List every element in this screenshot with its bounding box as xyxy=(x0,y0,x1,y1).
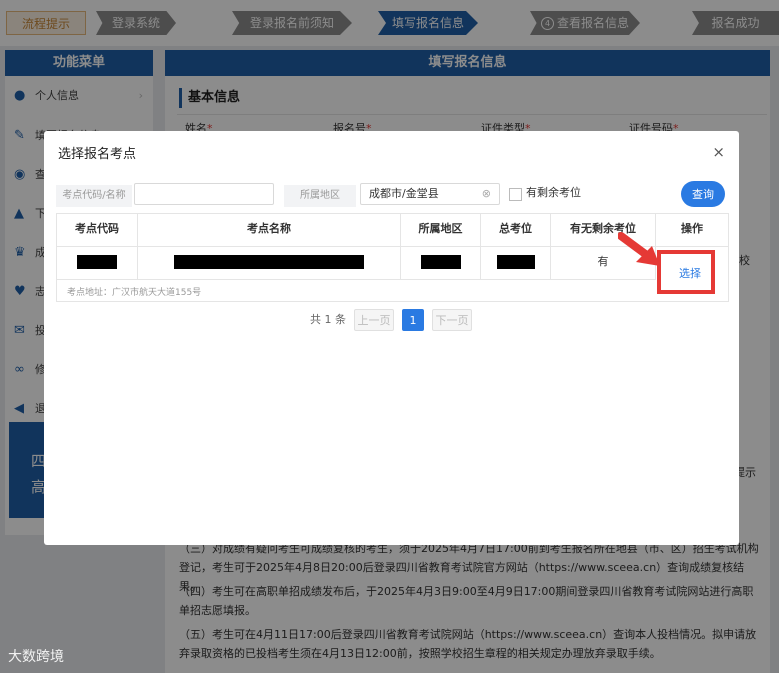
select-button[interactable]: 选择 xyxy=(679,265,701,281)
table-divider xyxy=(57,279,656,280)
remaining-checkbox-label[interactable]: 有剩余考位 xyxy=(526,185,581,201)
redaction-block xyxy=(174,255,364,269)
cell-name xyxy=(138,247,401,279)
region-select[interactable]: 成都市/金堂县 ⊗ xyxy=(360,183,500,205)
site-code-label: 考点代码/名称 xyxy=(56,185,132,207)
site-code-input[interactable] xyxy=(134,183,274,205)
redaction-block xyxy=(77,255,117,269)
site-address: 考点地址：广汉市航天大道155号 xyxy=(67,288,202,298)
clear-icon[interactable]: ⊗ xyxy=(482,184,491,204)
col-header-region: 所属地区 xyxy=(401,214,481,246)
col-header-total: 总考位 xyxy=(481,214,551,246)
watermark: 大数跨境 xyxy=(8,649,64,665)
close-icon[interactable]: × xyxy=(712,143,725,161)
pager-total: 共 1 条 xyxy=(310,313,346,326)
dialog-title: 选择报名考点 xyxy=(58,147,137,162)
cell-total xyxy=(481,247,551,279)
region-label: 所属地区 xyxy=(284,185,356,207)
remaining-checkbox[interactable] xyxy=(509,188,522,201)
col-header-name: 考点名称 xyxy=(138,214,401,246)
cell-region xyxy=(401,247,481,279)
page-1-button[interactable]: 1 xyxy=(402,309,424,331)
cell-code xyxy=(57,247,138,279)
col-header-action: 操作 xyxy=(681,222,703,235)
query-button[interactable]: 查询 xyxy=(681,181,725,207)
redaction-block xyxy=(420,255,461,269)
prev-page-button[interactable]: 上一页 xyxy=(354,309,394,331)
next-page-button[interactable]: 下一页 xyxy=(432,309,472,331)
region-value: 成都市/金堂县 xyxy=(369,187,439,200)
col-header-code: 考点代码 xyxy=(57,214,138,246)
redaction-block xyxy=(496,255,535,269)
select-exam-site-dialog: 选择报名考点 × 考点代码/名称 所属地区 成都市/金堂县 ⊗ 有剩余考位 查询 … xyxy=(44,131,739,545)
